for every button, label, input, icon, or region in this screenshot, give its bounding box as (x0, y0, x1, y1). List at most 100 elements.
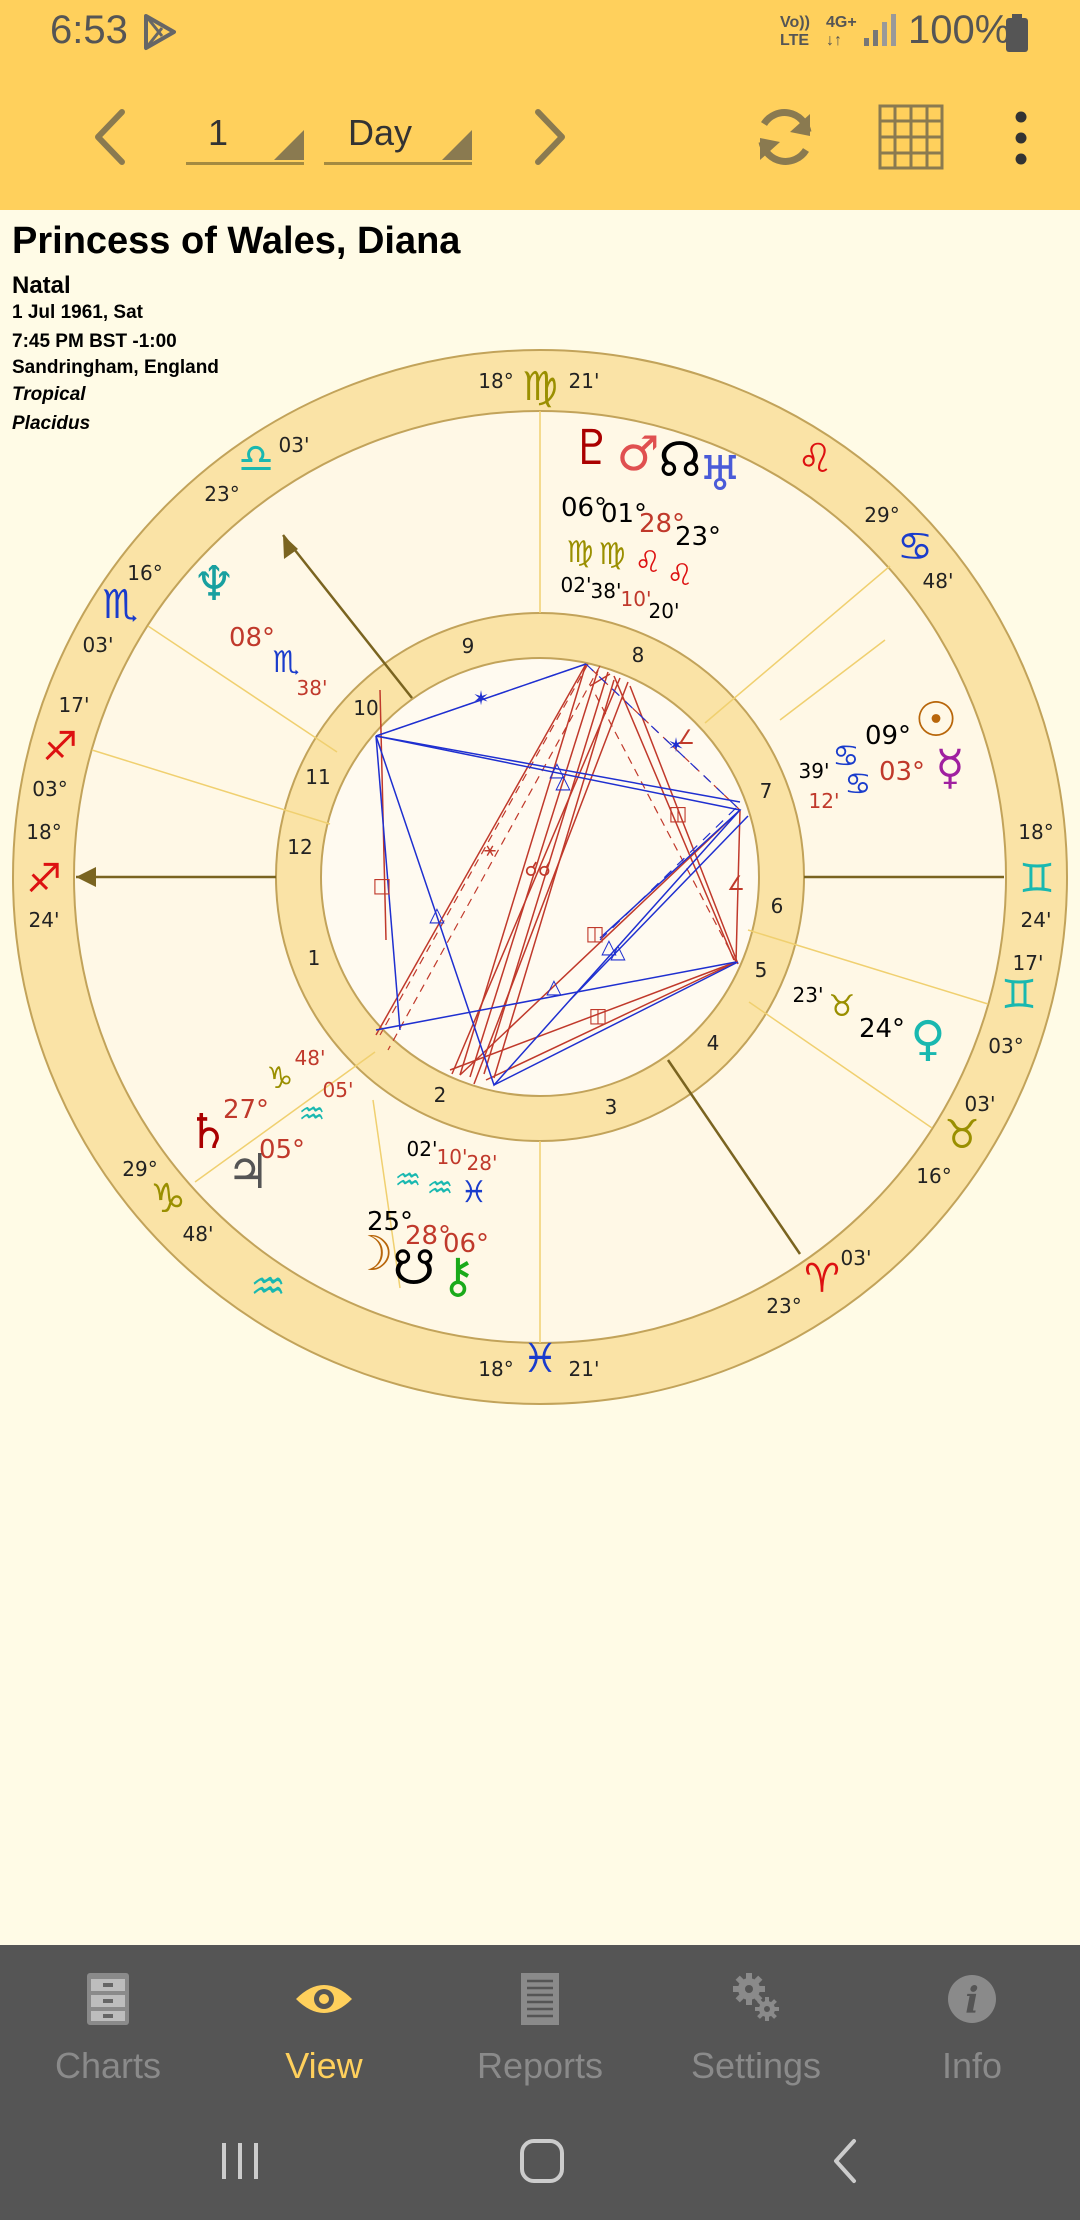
sign-glyph: ♈ (804, 1256, 840, 1302)
mars-icon: ♂ (616, 426, 659, 482)
recent-apps-icon[interactable] (210, 2131, 270, 2191)
network-type-indicator: 4G+ ↓↑ (826, 14, 857, 49)
svg-text:02': 02' (561, 573, 592, 597)
refresh-icon[interactable] (750, 102, 820, 172)
uranus-icon: ♅ (698, 446, 741, 502)
north-node-icon: ☊ (659, 432, 702, 488)
svg-text:28': 28' (467, 1151, 498, 1175)
nav-item-reports[interactable]: Reports (432, 1945, 648, 2097)
svg-text:♌: ♌ (635, 545, 662, 580)
sign-glyph: ♌ (797, 436, 833, 482)
nav-item-view[interactable]: View (216, 1945, 432, 2097)
nav-item-settings[interactable]: Settings (648, 1945, 864, 2097)
battery-percent: 100% (908, 8, 1011, 52)
play-store-icon (144, 14, 176, 50)
svg-text:♍: ♍ (599, 537, 626, 572)
svg-text:✶: ✶ (473, 686, 490, 710)
svg-text:05': 05' (323, 1078, 354, 1102)
venus-icon: ♀ (910, 1011, 945, 1067)
svg-text:06°: 06° (443, 1229, 489, 1259)
sign-glyph: ♓ (522, 1336, 558, 1382)
mercury-icon: ☿ (935, 740, 964, 796)
svg-text:23': 23' (793, 983, 824, 1007)
nav-item-info[interactable]: i Info (864, 1945, 1080, 2097)
svg-text:24°: 24° (859, 1014, 905, 1044)
svg-text:♉: ♉ (829, 989, 856, 1024)
svg-text:10': 10' (621, 587, 652, 611)
house-number: 11 (305, 765, 330, 789)
svg-text:⚹: ⚹ (484, 837, 496, 861)
chart-name: Princess of Wales, Diana (12, 220, 461, 262)
svg-text:27°: 27° (223, 1095, 269, 1125)
svg-text:03': 03' (279, 433, 310, 457)
svg-text:23°: 23° (675, 522, 721, 552)
svg-text:03°: 03° (32, 777, 67, 801)
svg-text:05°: 05° (259, 1135, 305, 1165)
house-number: 7 (760, 779, 773, 803)
sign-glyph: ♑ (150, 1176, 186, 1222)
natal-chart-wheel[interactable]: ✶ ✶ △ △ △ △ △ △ ◫ □ ◫ ◫ ⚹ ∠ ∠ ☌☌ 1 2 3 4… (0, 340, 1080, 1420)
svg-text:♒: ♒ (395, 1163, 422, 1198)
unit-dropdown[interactable]: Day (324, 112, 472, 165)
svg-text:02': 02' (407, 1137, 438, 1161)
svg-text:38': 38' (297, 676, 328, 700)
svg-text:03°: 03° (988, 1034, 1023, 1058)
grid-icon[interactable] (878, 104, 944, 170)
back-icon[interactable] (816, 2131, 876, 2191)
chart-type: Natal (12, 272, 71, 299)
svg-text:◫: ◫ (589, 1003, 608, 1027)
svg-text:♒: ♒ (299, 1097, 326, 1132)
svg-text:17': 17' (59, 693, 90, 717)
house-number: 5 (755, 958, 768, 982)
info-icon: i (948, 1975, 996, 2023)
svg-text:21': 21' (569, 1357, 600, 1381)
svg-text:16°: 16° (127, 561, 162, 585)
neptune-icon: ♆ (192, 556, 235, 612)
system-navigation-bar (0, 2097, 1080, 2220)
sign-glyph: ♍ (522, 364, 558, 410)
svg-text:△: △ (429, 902, 445, 926)
svg-text:48': 48' (295, 1046, 326, 1070)
svg-text:16°: 16° (916, 1164, 951, 1188)
svg-text:38': 38' (591, 579, 622, 603)
svg-text:10': 10' (437, 1145, 468, 1169)
sign-glyph: ♏ (102, 582, 138, 628)
svg-text:03': 03' (841, 1246, 872, 1270)
house-number: 4 (707, 1031, 720, 1055)
svg-text:48': 48' (923, 569, 954, 593)
svg-text:24': 24' (29, 908, 60, 932)
house-number: 12 (287, 835, 312, 859)
step-dropdown[interactable]: 1 (186, 112, 304, 165)
svg-text:03°: 03° (879, 757, 925, 787)
signal-icon (864, 14, 896, 46)
bottom-navigation: Charts View Reports Settings i Info (0, 1945, 1080, 2097)
sign-glyph: ♐ (26, 856, 62, 902)
nav-item-charts[interactable]: Charts (0, 1945, 216, 2097)
svg-text:20': 20' (649, 599, 680, 623)
home-icon[interactable] (512, 2131, 572, 2191)
svg-text:29°: 29° (864, 503, 899, 527)
svg-text:i: i (965, 1980, 979, 2022)
house-number: 8 (632, 643, 645, 667)
status-time: 6:53 (50, 8, 128, 52)
svg-text:09°: 09° (865, 721, 911, 751)
sign-glyph: ♉ (944, 1112, 980, 1158)
more-options-icon[interactable] (1006, 110, 1036, 166)
previous-arrow-icon[interactable] (86, 106, 134, 168)
svg-text:21': 21' (569, 369, 600, 393)
house-number: 1 (308, 946, 321, 970)
svg-text:♏: ♏ (273, 645, 300, 680)
svg-text:18°: 18° (478, 1357, 513, 1381)
svg-text:♒: ♒ (427, 1171, 454, 1206)
svg-text:□: □ (373, 873, 392, 897)
sign-glyph: ♐ (42, 724, 78, 770)
svg-text:23°: 23° (204, 482, 239, 506)
chart-date: 1 Jul 1961, Sat (12, 302, 143, 323)
next-arrow-icon[interactable] (526, 106, 574, 168)
sign-glyph: ♎ (238, 436, 274, 482)
svg-text:☌☌: ☌☌ (525, 857, 552, 881)
svg-text:◫: ◫ (669, 801, 688, 825)
svg-text:29°: 29° (122, 1157, 157, 1181)
svg-text:♍: ♍ (567, 535, 594, 570)
svg-text:23°: 23° (766, 1294, 801, 1318)
